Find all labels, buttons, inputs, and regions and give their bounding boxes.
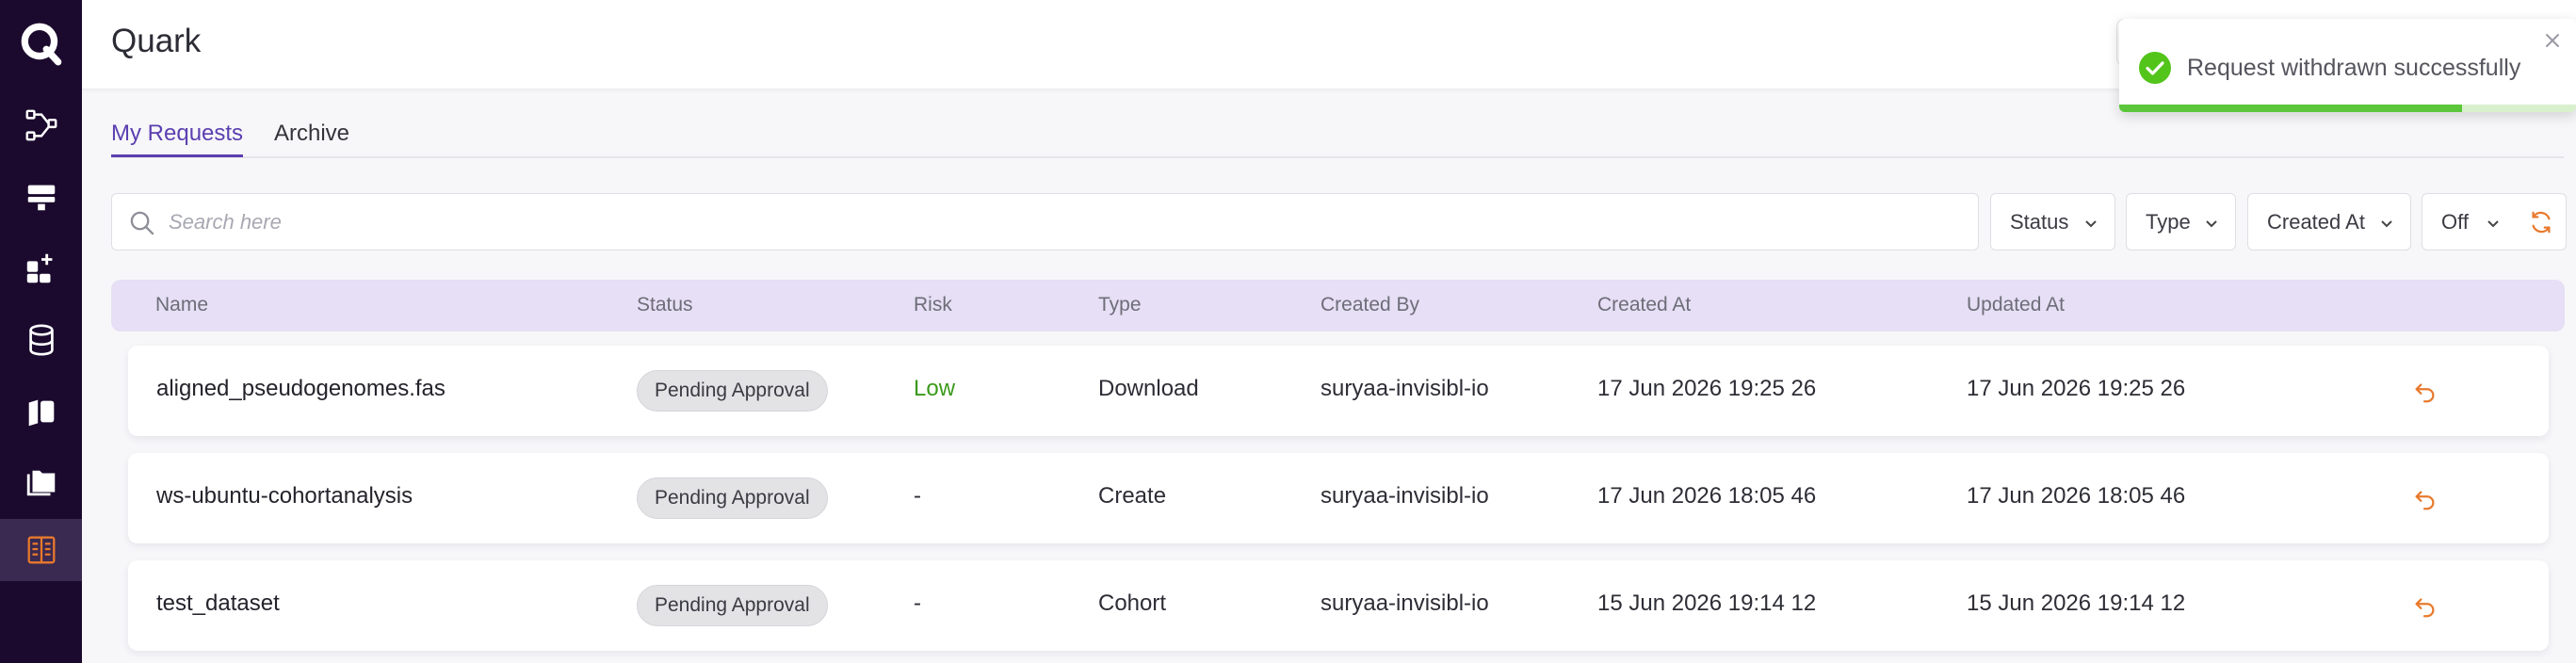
table-header: Name Status Risk Type Created By Created… — [111, 280, 2565, 332]
undo-icon — [2415, 598, 2435, 618]
sidebar-item-files[interactable] — [0, 452, 82, 514]
refresh-icon — [2532, 211, 2551, 233]
workflow-icon — [25, 109, 57, 141]
folders-icon — [26, 470, 55, 496]
apps-add-icon — [26, 253, 52, 283]
risk-value: Low — [914, 376, 956, 401]
table-row[interactable]: aligned_pseudogenomes.fas Pending Approv… — [128, 346, 2549, 436]
created-at-filter-dropdown[interactable]: Created At — [2247, 193, 2411, 251]
sidebar-item-apps[interactable] — [0, 237, 82, 299]
request-name: test_dataset — [156, 590, 280, 616]
created-by-value: suryaa-invisibl-io — [1320, 376, 1489, 401]
type-value: Download — [1098, 376, 1199, 401]
chevron-down-icon — [2487, 220, 2499, 228]
undo-icon — [2415, 491, 2435, 510]
server-icon — [27, 185, 55, 211]
created-at-filter-label: Created At — [2267, 209, 2365, 234]
page-title: Quark — [111, 23, 202, 59]
created-by-value: suryaa-invisibl-io — [1320, 590, 1489, 616]
sidebar-item-datasets[interactable] — [0, 309, 82, 371]
column-header-type[interactable]: Type — [1098, 294, 1142, 316]
table-row[interactable]: test_dataset Pending Approval - Cohort s… — [128, 560, 2549, 651]
success-toast: Request withdrawn successfully — [2119, 19, 2576, 112]
toast-progress-bar — [2119, 105, 2462, 112]
type-value: Create — [1098, 483, 1167, 509]
column-header-created-at[interactable]: Created At — [1597, 294, 1691, 316]
search-icon — [130, 211, 154, 235]
chevron-down-icon — [2381, 220, 2392, 228]
toast-progress-track — [2119, 105, 2576, 112]
withdraw-request-button[interactable] — [2411, 592, 2439, 621]
sidebar-item-workflows[interactable] — [0, 94, 82, 156]
sidebar-item-requests[interactable] — [0, 519, 82, 581]
created-at-value: 17 Jun 2026 19:25 26 — [1597, 376, 1817, 401]
type-value: Cohort — [1098, 590, 1167, 616]
request-tabs: My Requests Archive — [111, 117, 2564, 158]
request-name: ws-ubuntu-cohortanalysis — [156, 483, 413, 509]
refresh-button[interactable] — [2517, 193, 2567, 251]
tab-archive[interactable]: Archive — [274, 121, 349, 154]
sidebar-item-compute[interactable] — [0, 166, 82, 228]
search-input[interactable] — [169, 203, 1958, 241]
column-header-name[interactable]: Name — [155, 294, 208, 316]
table-row[interactable]: ws-ubuntu-cohortanalysis Pending Approva… — [128, 453, 2549, 543]
cohort-icon — [28, 399, 54, 427]
created-at-value: 17 Jun 2026 18:05 46 — [1597, 483, 1817, 509]
column-header-status[interactable]: Status — [637, 294, 693, 316]
column-header-created-by[interactable]: Created By — [1320, 294, 1419, 316]
database-icon — [28, 324, 54, 356]
auto-refresh-dropdown[interactable]: Off — [2422, 193, 2518, 251]
request-name: aligned_pseudogenomes.fas — [156, 376, 446, 401]
status-badge: Pending Approval — [637, 370, 828, 412]
requests-icon — [27, 536, 55, 564]
withdraw-request-button[interactable] — [2411, 378, 2439, 406]
type-filter-label: Type — [2146, 209, 2191, 234]
auto-refresh-label: Off — [2441, 209, 2469, 234]
updated-at-value: 17 Jun 2026 18:05 46 — [1967, 483, 2186, 509]
sidebar — [0, 0, 82, 663]
type-filter-dropdown[interactable]: Type — [2126, 193, 2236, 251]
chevron-down-icon — [2206, 220, 2217, 228]
risk-value: - — [914, 483, 921, 509]
status-filter-label: Status — [2010, 209, 2069, 234]
updated-at-value: 17 Jun 2026 19:25 26 — [1967, 376, 2186, 401]
status-badge: Pending Approval — [637, 585, 828, 626]
quark-logo-icon — [21, 23, 61, 66]
column-header-risk[interactable]: Risk — [914, 294, 952, 316]
chevron-down-icon — [2085, 220, 2097, 228]
quark-logo[interactable] — [0, 0, 82, 87]
status-filter-dropdown[interactable]: Status — [1990, 193, 2115, 251]
created-at-value: 15 Jun 2026 19:14 12 — [1597, 590, 1817, 616]
close-icon[interactable] — [2542, 30, 2563, 51]
undo-icon — [2415, 383, 2435, 403]
updated-at-value: 15 Jun 2026 19:14 12 — [1967, 590, 2186, 616]
status-badge: Pending Approval — [637, 477, 828, 519]
search-box — [111, 193, 1979, 251]
created-by-value: suryaa-invisibl-io — [1320, 483, 1489, 509]
tab-my-requests[interactable]: My Requests — [111, 121, 244, 157]
column-header-updated-at[interactable]: Updated At — [1967, 294, 2065, 316]
withdraw-request-button[interactable] — [2411, 485, 2439, 513]
risk-value: - — [914, 590, 921, 616]
toast-message: Request withdrawn successfully — [2187, 55, 2521, 81]
sidebar-item-cohorts[interactable] — [0, 380, 82, 443]
check-circle-icon — [2139, 52, 2171, 84]
